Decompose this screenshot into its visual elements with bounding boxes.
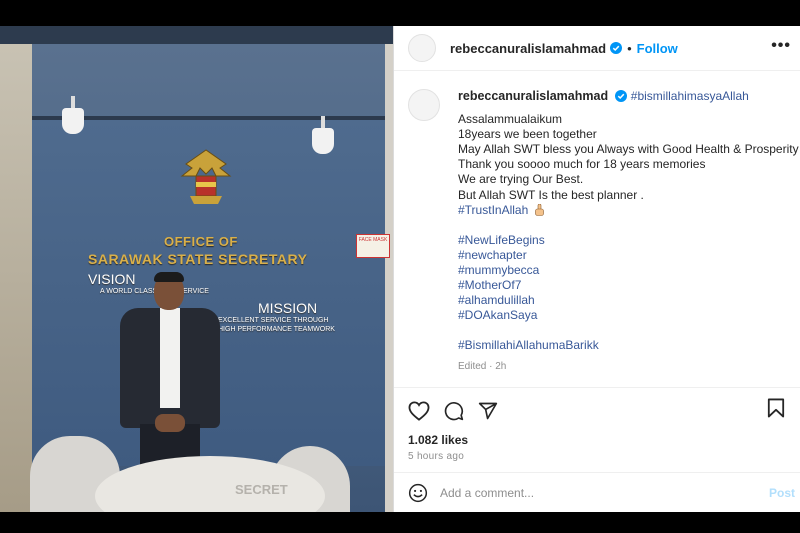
caption-line: We are trying Our Best. — [458, 172, 584, 187]
sign-title-line-2: SARAWAK STATE SECRETARY — [88, 251, 308, 267]
post-time-ago[interactable]: 5 hours ago — [408, 451, 787, 462]
post-comment-button[interactable]: Post — [769, 486, 795, 500]
table-text: SECRET — [235, 482, 288, 497]
sign-mission-text-1: EXCELLENT SERVICE THROUGH — [218, 317, 329, 324]
follow-button[interactable]: Follow — [637, 41, 678, 56]
post-actions: 1.082 likes 5 hours ago — [394, 387, 800, 472]
post-side-panel: rebeccanuralislamahmad • Follow ••• rebe… — [393, 26, 800, 512]
caption-line: Assalammualaikum — [458, 112, 563, 127]
caption-area: rebeccanuralislamahmad #bismillahimasyaA… — [394, 71, 800, 386]
edited-timestamp: Edited · 2h — [458, 361, 507, 373]
caption-username[interactable]: rebeccanuralislamahmad — [458, 89, 608, 103]
caption-line: May Allah SWT bless you Always with Good… — [458, 142, 800, 157]
author-avatar[interactable] — [408, 34, 436, 62]
hashtag[interactable]: #mummybecca — [458, 263, 800, 278]
comment-input[interactable]: Add a comment... — [440, 486, 769, 500]
hashtag[interactable]: #alhamdulillah — [458, 293, 800, 308]
hashtag[interactable]: #newchapter — [458, 248, 800, 263]
photo-ceiling — [0, 26, 393, 44]
comment-icon[interactable] — [444, 401, 464, 421]
hashtag-trust[interactable]: #TrustInAllah — [458, 203, 528, 217]
hashtag[interactable]: #NewLifeBegins — [458, 233, 800, 248]
add-comment-bar: Add a comment... Post — [394, 472, 800, 512]
emoji-icon[interactable] — [408, 483, 428, 503]
more-options-icon[interactable]: ••• — [771, 37, 791, 55]
hashtag[interactable]: #DOAkanSaya — [458, 308, 800, 323]
share-icon[interactable] — [478, 401, 498, 421]
caption-line: 18years we been together — [458, 127, 597, 142]
pointing-hand-emoji-icon — [534, 203, 544, 216]
face-mask-notice: FACE MASK — [356, 234, 390, 258]
sign-mission-title: MISSION — [258, 300, 318, 316]
caption-body: rebeccanuralislamahmad #bismillahimasyaA… — [458, 89, 800, 375]
post-photo: OFFICE OF SARAWAK STATE SECRETARY VISION… — [0, 26, 393, 512]
photo-lamp-left — [62, 96, 84, 136]
post-header: rebeccanuralislamahmad • Follow ••• — [394, 26, 800, 71]
caption-line: But Allah SWT Is the best planner . — [458, 187, 644, 202]
caption-title-hashtag[interactable]: #bismillahimasyaAllah — [631, 89, 749, 103]
sign-mission-text-2: HIGH PERFORMANCE TEAMWORK — [218, 326, 335, 333]
hashtag-final[interactable]: #BismillahiAllahumaBarikk — [458, 338, 800, 353]
verified-badge-icon — [610, 42, 623, 54]
caption-avatar[interactable] — [408, 89, 440, 121]
heart-icon[interactable] — [408, 401, 430, 421]
caption-line: Thank you soooo much for 18 years memori… — [458, 157, 706, 172]
post-modal: OFFICE OF SARAWAK STATE SECRETARY VISION… — [0, 26, 800, 512]
header-separator: • — [627, 40, 632, 56]
author-username[interactable]: rebeccanuralislamahmad — [450, 41, 606, 56]
hashtag[interactable]: #MotherOf7 — [458, 278, 800, 293]
bookmark-icon[interactable] — [767, 398, 785, 418]
crest-emblem-icon — [180, 149, 232, 204]
photo-right-wall — [385, 44, 393, 512]
verified-badge-icon — [615, 90, 628, 102]
sign-title-line-1: OFFICE OF — [164, 234, 238, 249]
photo-lamp-right — [312, 116, 334, 156]
photo-left-wall — [0, 44, 32, 512]
caption-row: rebeccanuralislamahmad #bismillahimasyaA… — [408, 89, 800, 375]
likes-count[interactable]: 1.082 likes — [408, 433, 787, 447]
